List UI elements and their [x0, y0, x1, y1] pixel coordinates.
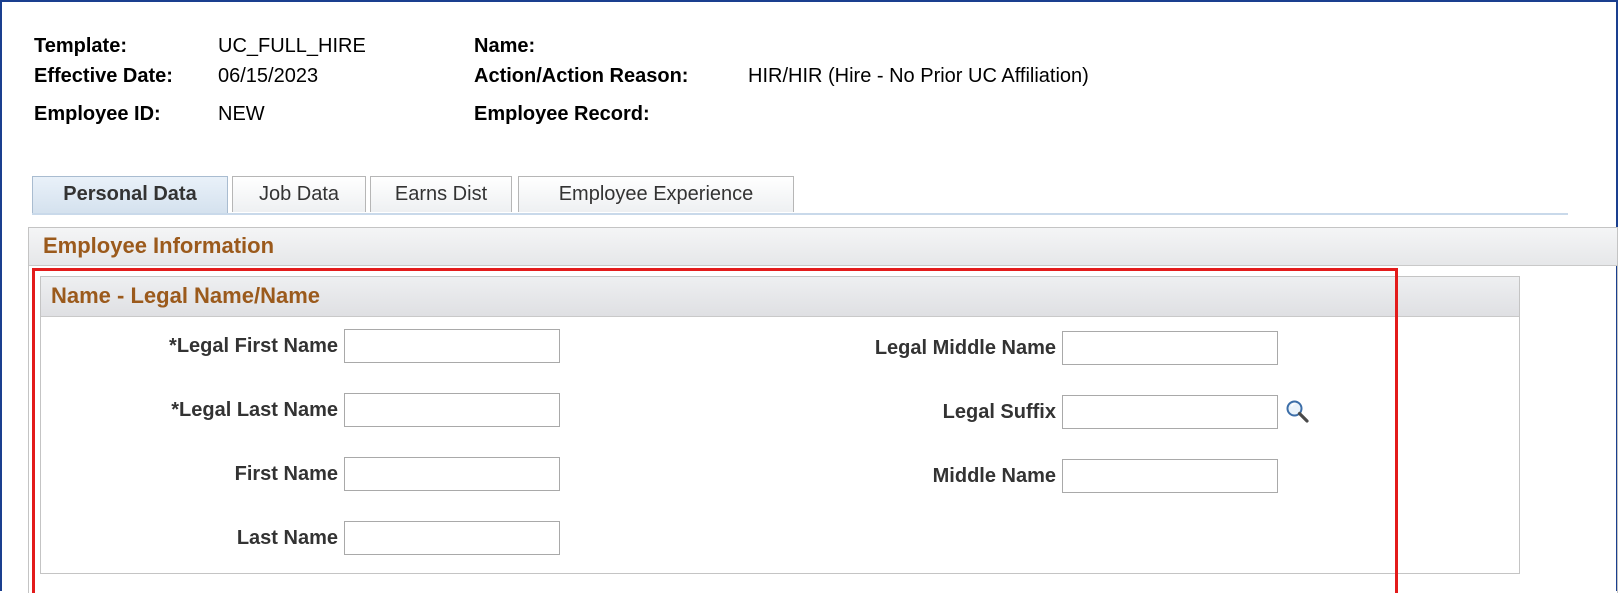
legal-first-name-input[interactable]: [344, 329, 560, 363]
effective-date-label: Effective Date:: [34, 65, 173, 87]
divider: [28, 265, 29, 527]
first-name-label: First Name: [234, 463, 338, 485]
magnifier-icon[interactable]: [1284, 398, 1310, 424]
first-name-input[interactable]: [344, 457, 560, 491]
tab-job-data[interactable]: Job Data: [232, 176, 366, 212]
legal-last-name-label: *Legal Last Name: [171, 399, 338, 421]
employee-id-value: NEW: [218, 103, 265, 125]
legal-middle-name-input[interactable]: [1062, 331, 1278, 365]
last-name-label: Last Name: [236, 527, 338, 549]
action-label: Action/Action Reason:: [474, 65, 689, 87]
middle-name-input[interactable]: [1062, 459, 1278, 493]
tab-earns-dist[interactable]: Earns Dist: [370, 176, 512, 212]
effective-date-value: 06/15/2023: [218, 65, 319, 87]
tab-underline: [32, 213, 1568, 215]
section-title: Employee Information: [29, 228, 1617, 266]
legal-first-name-label: *Legal First Name: [169, 335, 338, 357]
legal-last-name-input[interactable]: [344, 393, 560, 427]
legal-middle-name-label: Legal Middle Name: [874, 337, 1056, 359]
name-label: Name:: [474, 35, 536, 57]
group-title: Name - Legal Name/Name: [41, 277, 1519, 317]
last-name-input[interactable]: [344, 521, 560, 555]
employee-id-label: Employee ID:: [34, 103, 161, 125]
template-label: Template:: [34, 35, 127, 57]
employee-record-label: Employee Record:: [474, 103, 650, 125]
middle-name-label: Middle Name: [932, 465, 1056, 487]
action-value: HIR/HIR (Hire - No Prior UC Affiliation): [748, 65, 1089, 87]
tab-employee-experience[interactable]: Employee Experience: [518, 176, 794, 212]
template-value: UC_FULL_HIRE: [218, 35, 366, 57]
tab-personal-data[interactable]: Personal Data: [32, 176, 228, 214]
legal-suffix-label: Legal Suffix: [942, 401, 1056, 423]
legal-suffix-input[interactable]: [1062, 395, 1278, 429]
